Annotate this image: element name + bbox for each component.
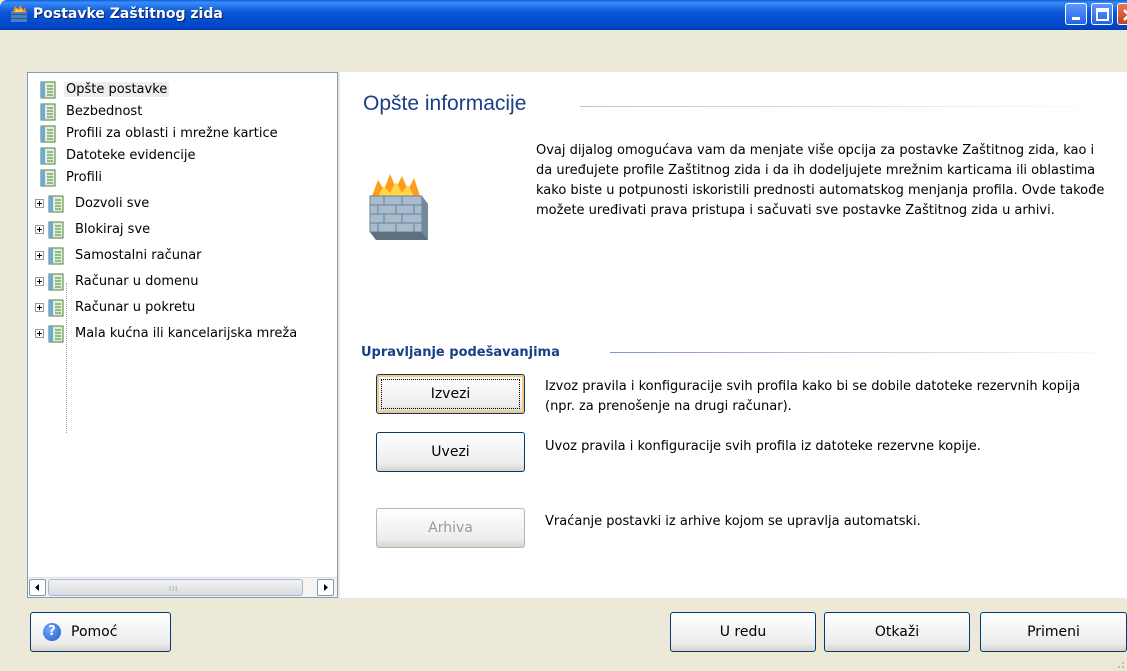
export-button[interactable]: Izvezi	[376, 374, 525, 414]
profile-page-icon	[48, 247, 64, 265]
expand-plus-icon[interactable]	[35, 277, 44, 286]
expand-plus-icon[interactable]	[35, 251, 44, 260]
settings-page-icon	[40, 125, 56, 143]
minimize-button[interactable]	[1065, 3, 1087, 25]
expand-plus-icon[interactable]	[35, 225, 44, 234]
window-title: Postavke Zaštitnog zida	[33, 6, 223, 22]
tree-item-label: Profili	[66, 170, 103, 185]
scroll-left-button[interactable]	[29, 579, 46, 596]
ok-button[interactable]: U redu	[670, 612, 816, 652]
tree-item-label: Računar u pokretu	[75, 300, 196, 315]
profile-page-icon	[48, 325, 64, 343]
horizontal-scrollbar[interactable]: III	[28, 577, 337, 597]
settings-divider	[610, 352, 1120, 353]
tree-item-label: Blokiraj sve	[75, 222, 151, 237]
scroll-thumb[interactable]: III	[48, 579, 303, 596]
tree-item-label: Datoteke evidencije	[66, 148, 196, 163]
settings-page-icon	[40, 81, 56, 99]
apply-button[interactable]: Primeni	[980, 612, 1127, 652]
tree-item-label: Profili za oblasti i mrežne kartice	[66, 126, 278, 141]
settings-page-icon	[40, 169, 56, 187]
profile-page-icon	[48, 195, 64, 213]
tree-item-label: Mala kućna ili kancelarijska mreža	[75, 326, 298, 341]
scroll-grip: III	[169, 585, 179, 593]
close-icon	[1123, 9, 1127, 21]
profile-page-icon	[48, 273, 64, 291]
tree-item-label: Dozvoli sve	[75, 196, 150, 211]
main-panel: Opšte informacije Ovaj dijalog omogućava…	[340, 72, 1127, 598]
tree-item-label: Bezbednost	[66, 104, 143, 119]
tree-item-label: Opšte postavke	[64, 82, 170, 97]
title-bar[interactable]: Postavke Zaštitnog zida	[0, 0, 1127, 30]
archive-description: Vraćanje postavki iz arhive kojom se upr…	[545, 514, 921, 529]
help-question-icon: ?	[43, 623, 61, 641]
settings-page-icon	[40, 103, 56, 121]
title-divider	[580, 106, 1120, 107]
arrow-right-icon	[324, 584, 328, 591]
scroll-right-button[interactable]	[317, 579, 334, 596]
expand-plus-icon[interactable]	[35, 329, 44, 338]
help-button-label: Pomoć	[71, 624, 118, 640]
expand-plus-icon[interactable]	[35, 199, 44, 208]
settings-tree[interactable]: Opšte postavke Bezbednost Profili za obl…	[27, 72, 338, 598]
profile-page-icon	[48, 221, 64, 239]
resize-grip-icon[interactable]	[1113, 657, 1125, 669]
archive-button[interactable]: Arhiva	[376, 508, 525, 548]
tree-item-label: Samostalni računar	[75, 248, 202, 263]
app-firewall-icon	[11, 5, 27, 22]
firewall-illustration-icon	[369, 174, 428, 240]
import-button[interactable]: Uvezi	[376, 432, 525, 472]
export-description: Izvoz pravila i konfiguracije svih profi…	[545, 379, 1081, 414]
settings-section-title: Upravljanje podešavanjima	[361, 345, 560, 360]
expand-plus-icon[interactable]	[35, 303, 44, 312]
minimize-icon	[1072, 17, 1080, 20]
tree-connector-lines	[66, 283, 68, 433]
intro-text: Ovaj dijalog omogućava vam da menjate vi…	[536, 143, 1105, 218]
arrow-left-icon	[35, 584, 39, 591]
cancel-button[interactable]: Otkaži	[824, 612, 970, 652]
maximize-icon	[1096, 8, 1109, 21]
import-description: Uvoz pravila i konfiguracije svih profil…	[545, 439, 981, 454]
help-button[interactable]: ? Pomoć	[30, 612, 171, 652]
profile-page-icon	[48, 299, 64, 317]
tree-item-label: Računar u domenu	[75, 274, 199, 289]
settings-page-icon	[40, 147, 56, 165]
maximize-button[interactable]	[1091, 3, 1113, 25]
page-title: Opšte informacije	[363, 92, 527, 115]
close-button[interactable]	[1117, 3, 1127, 25]
